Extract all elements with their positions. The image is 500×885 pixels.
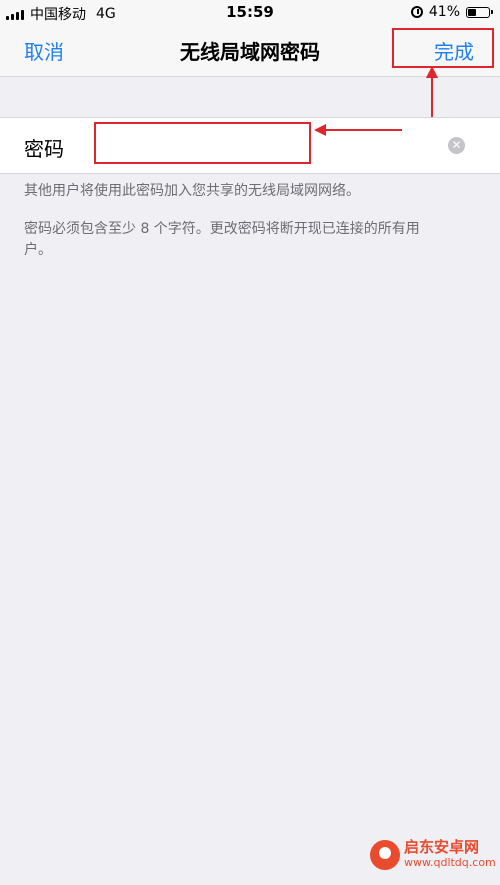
watermark-logo-icon [370,840,400,870]
battery-level [468,8,476,16]
password-usage-note: 其他用户将使用此密码加入您共享的无线局域网网络。 [24,183,360,199]
password-input-highlight [94,122,311,164]
clear-circle-icon[interactable]: ✕ [448,137,465,154]
left-arrow-annotation [314,124,402,136]
battery-icon [466,6,493,18]
battery-percent: 41% [428,4,460,20]
watermark-url: www.qdltdq.com [404,856,496,869]
watermark-name: 启东安卓网 [404,838,480,856]
password-requirement-note: 密码必须包含至少 8 个字符。更改密码将断开现已连接的所有用户。 [24,221,420,258]
done-button-highlight [392,28,494,68]
watermark: 启东安卓网 www.qdltdq.com [370,840,496,870]
status-bar: 中国移动 4G 15:59 41% [0,0,500,24]
password-label: 密码 [24,137,64,161]
alarm-icon [410,6,423,18]
status-right: 41% [410,4,493,20]
watermark-text: 启东安卓网 www.qdltdq.com [404,840,496,870]
